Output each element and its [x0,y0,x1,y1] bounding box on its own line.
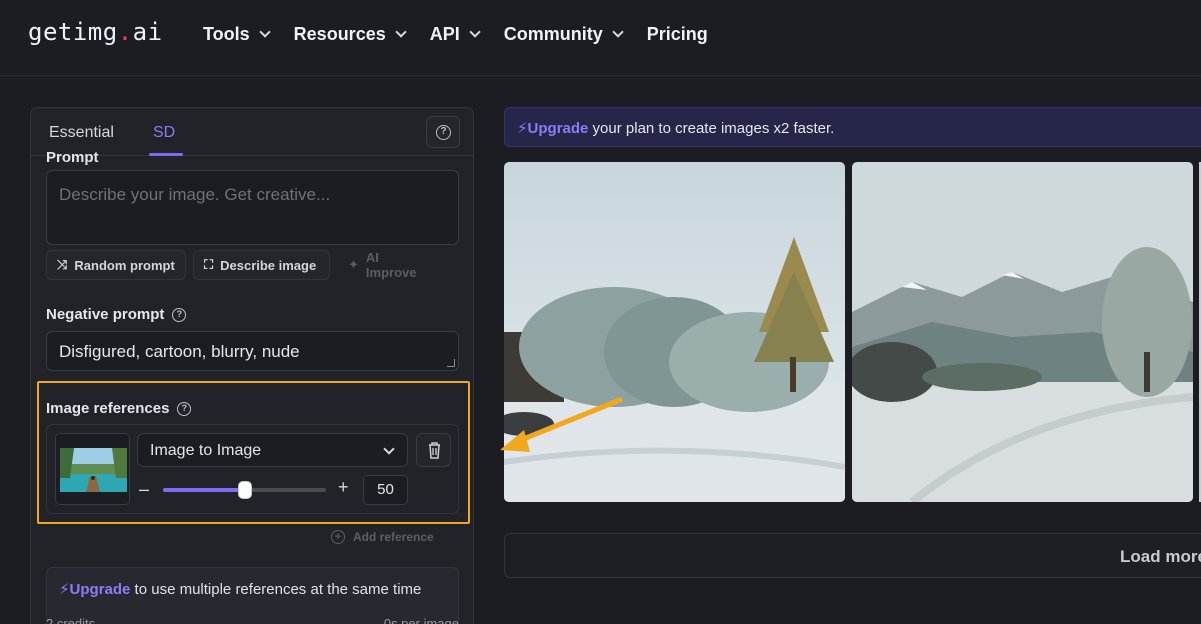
ai-improve-button[interactable]: ✦AI Improve [338,250,443,280]
negative-prompt-label: Negative prompt? [46,306,186,323]
main-nav: Tools Resources API Community Pricing [203,24,733,44]
question-circle-icon: ? [436,125,451,140]
add-reference-button[interactable]: +Add reference [331,524,461,550]
annotation-arrow-icon [490,390,630,460]
lightning-icon: ⚡ [59,581,70,598]
load-more-button[interactable]: Load more [504,533,1201,578]
tab-sd[interactable]: SD [153,124,175,142]
negative-prompt-input[interactable]: Disfigured, cartoon, blurry, nude [46,331,459,371]
tab-essential[interactable]: Essential [49,124,114,142]
nav-resources[interactable]: Resources [294,24,405,44]
image-references-highlight [37,381,470,524]
nav-api[interactable]: API [430,24,479,44]
prompt-label: Prompt [46,149,99,166]
resize-handle-icon[interactable] [447,359,455,367]
nav-tools[interactable]: Tools [203,24,269,44]
active-tab-indicator [149,153,183,156]
question-circle-icon[interactable]: ? [172,308,186,322]
upgrade-banner: ⚡Upgrade your plan to create images x2 f… [504,107,1201,147]
snowy-mountain-painting [852,162,1193,502]
generation-settings-panel: Essential SD ? Prompt Describe your imag… [30,107,474,624]
describe-image-button[interactable]: ⛶Describe image [193,250,330,280]
help-button[interactable]: ? [426,116,460,148]
chevron-down-icon [395,26,406,37]
credits-cost: 2 credits [46,616,95,624]
chevron-down-icon [469,26,480,37]
lightning-icon: ⚡ [517,120,528,137]
generated-image-2[interactable] [852,162,1193,502]
logo[interactable]: getimg.ai [28,18,163,46]
chevron-down-icon [259,26,270,37]
upgrade-link[interactable]: Upgrade [70,581,131,598]
time-per-image: 0s per image [384,616,459,624]
nav-community[interactable]: Community [504,24,622,44]
image-scan-icon: ⛶ [204,257,213,273]
top-navigation-bar: getimg.ai Tools Resources API Community … [0,0,1201,76]
banner-upgrade-link[interactable]: Upgrade [528,120,589,137]
shuffle-icon: ⤨ [57,257,67,273]
chevron-down-icon [612,26,623,37]
random-prompt-button[interactable]: ⤨Random prompt [46,250,186,280]
sparkle-icon: ✦ [348,257,359,273]
prompt-input[interactable]: Describe your image. Get creative... [46,170,459,245]
plus-circle-icon: + [331,530,345,544]
nav-pricing[interactable]: Pricing [647,24,708,44]
